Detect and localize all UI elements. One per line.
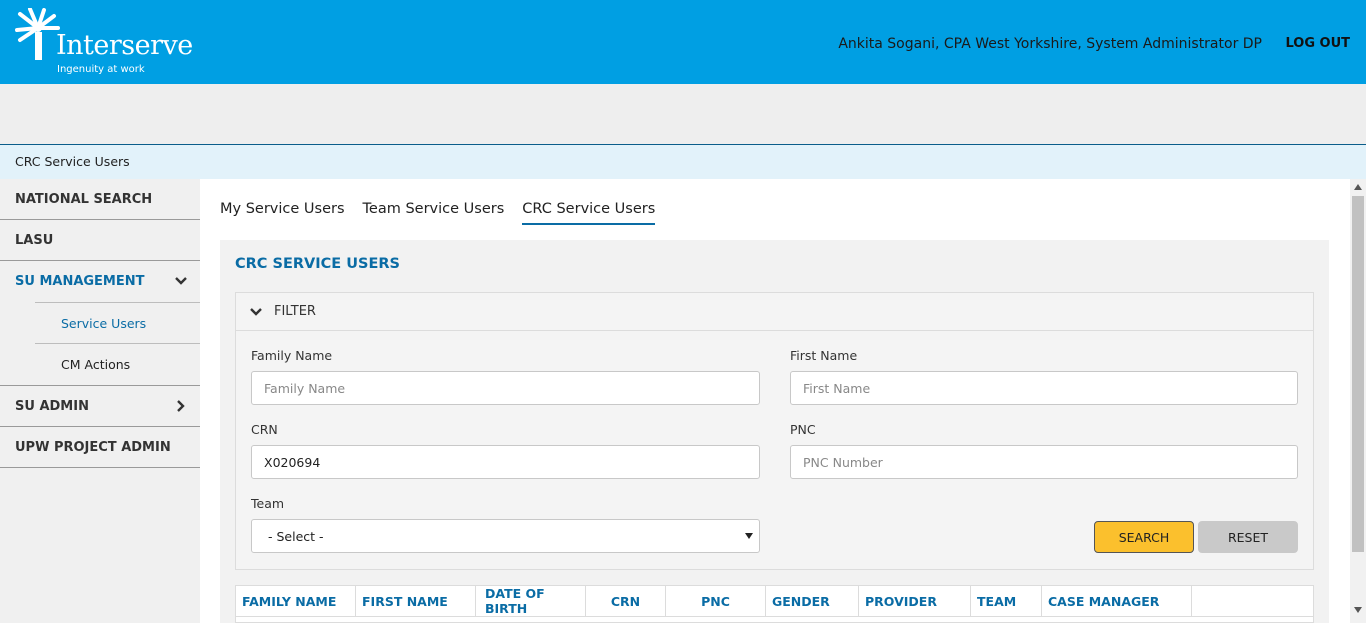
sidebar-item-su-management[interactable]: SU MANAGEMENT <box>0 261 200 302</box>
column-header-date-of-birth[interactable]: DATE OF BIRTH <box>476 586 586 616</box>
panel-title: CRC SERVICE USERS <box>235 256 400 272</box>
current-user-info: Ankita Sogani, CPA West Yorkshire, Syste… <box>838 36 1262 52</box>
crc-service-users-panel: CRC SERVICE USERS FILTER Family Name Fir… <box>220 240 1329 623</box>
column-header-team[interactable]: TEAM <box>971 586 1042 616</box>
sidebar-item-national-search[interactable]: NATIONAL SEARCH <box>0 179 200 220</box>
column-header-case-manager[interactable]: CASE MANAGER <box>1042 586 1192 616</box>
filter-toggle[interactable]: FILTER <box>236 293 1313 331</box>
sidebar-item-su-admin[interactable]: SU ADMIN <box>0 386 200 427</box>
sidebar-subitem-service-users[interactable]: Service Users <box>35 303 200 344</box>
sidebar-subitem-label: CM Actions <box>61 357 131 372</box>
column-header-crn[interactable]: CRN <box>586 586 666 616</box>
dropdown-arrow-icon <box>745 533 753 539</box>
page-scrollbar[interactable] <box>1350 179 1366 623</box>
sidebar-subitem-label: Service Users <box>61 315 147 331</box>
scrollbar-thumb[interactable] <box>1352 196 1364 552</box>
chevron-down-icon <box>250 307 262 316</box>
crn-input[interactable] <box>251 445 760 479</box>
app-header: Interserve Ingenuity at work Ankita Soga… <box>0 0 1366 84</box>
pnc-label: PNC <box>790 422 816 437</box>
sidebar-subitem-cm-actions[interactable]: CM Actions <box>35 344 200 385</box>
column-header-first-name[interactable]: FIRST NAME <box>356 586 476 616</box>
interserve-logo[interactable]: Interserve Ingenuity at work <box>14 7 193 76</box>
logout-link[interactable]: LOG OUT <box>1285 36 1350 51</box>
column-header-actions <box>1192 586 1313 616</box>
chevron-down-icon <box>175 277 187 285</box>
team-select[interactable]: - Select - <box>251 519 760 553</box>
family-name-input[interactable] <box>251 371 760 405</box>
brand-tagline: Ingenuity at work <box>57 64 145 75</box>
first-name-label: First Name <box>790 348 858 363</box>
sidebar-item-upw-project-admin[interactable]: UPW PROJECT ADMIN <box>0 427 200 468</box>
sidebar-item-label: LASU <box>15 232 54 248</box>
crn-label: CRN <box>251 422 278 437</box>
brand-name: Interserve <box>56 30 193 61</box>
sidebar-item-label: SU ADMIN <box>15 398 89 414</box>
chevron-right-icon <box>177 400 185 412</box>
breadcrumb: CRC Service Users <box>15 154 130 169</box>
header-spacer-band <box>0 84 1366 145</box>
scroll-up-arrow-icon[interactable] <box>1354 184 1362 190</box>
sidebar-item-label: NATIONAL SEARCH <box>15 191 153 207</box>
team-label: Team <box>251 496 285 511</box>
column-header-provider[interactable]: PROVIDER <box>859 586 971 616</box>
sidebar-item-label: UPW PROJECT ADMIN <box>15 439 171 455</box>
tab-crc-service-users[interactable]: CRC Service Users <box>522 201 656 225</box>
tab-bar: My Service Users Team Service Users CRC … <box>220 201 673 225</box>
results-table-header: FAMILY NAME FIRST NAME DATE OF BIRTH CRN… <box>235 585 1314 623</box>
breadcrumb-bar: CRC Service Users <box>0 145 1366 179</box>
first-name-input[interactable] <box>790 371 1298 405</box>
column-header-gender[interactable]: GENDER <box>766 586 859 616</box>
main-content: My Service Users Team Service Users CRC … <box>200 179 1350 623</box>
tab-team-service-users[interactable]: Team Service Users <box>363 201 505 225</box>
sidebar-nav: NATIONAL SEARCH LASU SU MANAGEMENT Servi… <box>0 179 200 623</box>
team-select-value: - Select - <box>268 528 324 544</box>
sidebar-item-label: SU MANAGEMENT <box>15 274 145 289</box>
column-header-family-name[interactable]: FAMILY NAME <box>236 586 356 616</box>
search-button[interactable]: SEARCH <box>1094 521 1194 553</box>
reset-button[interactable]: RESET <box>1198 521 1298 553</box>
column-header-pnc[interactable]: PNC <box>666 586 766 616</box>
table-header-divider <box>236 616 1313 617</box>
scroll-down-arrow-icon[interactable] <box>1354 607 1362 613</box>
pnc-input[interactable] <box>790 445 1298 479</box>
tab-my-service-users[interactable]: My Service Users <box>220 201 345 225</box>
family-name-label: Family Name <box>251 348 333 363</box>
sidebar-item-lasu[interactable]: LASU <box>0 220 200 261</box>
filter-section: FILTER Family Name First Name CRN PNC Te… <box>235 292 1314 570</box>
filter-label: FILTER <box>274 304 316 319</box>
